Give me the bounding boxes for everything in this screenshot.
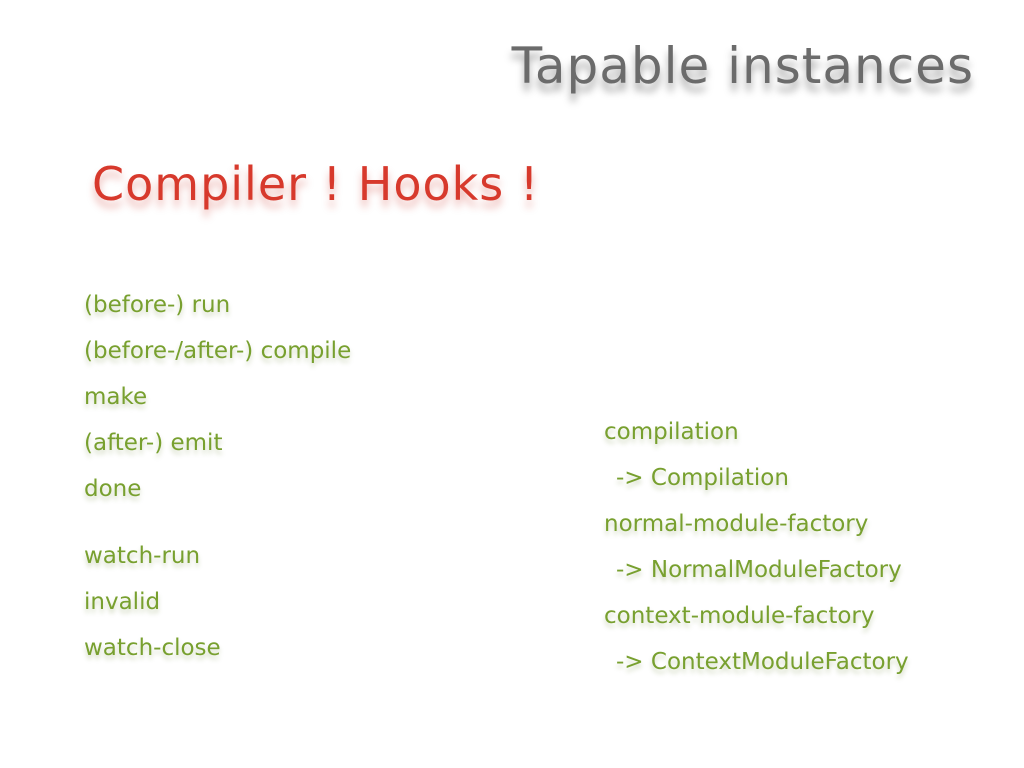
list-item: invalid (84, 589, 161, 615)
list-item: done (84, 476, 142, 502)
list-subitem: -> ContextModuleFactory (616, 649, 909, 675)
list-item: context-module-factory (604, 603, 875, 629)
list-subitem: -> NormalModuleFactory (616, 557, 902, 583)
list-item: make (84, 384, 148, 410)
slide: Tapable instances Compiler ! Hooks ! (be… (0, 0, 1024, 768)
slide-subtitle: Compiler ! Hooks ! (92, 157, 540, 211)
list-item: normal-module-factory (604, 511, 869, 537)
compiler-hooks-list: (before-) run (before-/after-) compile m… (84, 282, 351, 512)
factory-hooks-list: compilation -> Compilation normal-module… (604, 409, 909, 685)
list-item: (before-/after-) compile (84, 338, 352, 364)
list-subitem: -> Compilation (616, 465, 789, 491)
list-item: (before-) run (84, 292, 231, 318)
list-item: watch-run (84, 543, 201, 569)
list-item: compilation (604, 419, 739, 445)
slide-title: Tapable instances (511, 37, 974, 95)
list-item: watch-close (84, 635, 221, 661)
list-item: (after-) emit (84, 430, 223, 456)
watch-hooks-list: watch-run invalid watch-close (84, 533, 221, 671)
